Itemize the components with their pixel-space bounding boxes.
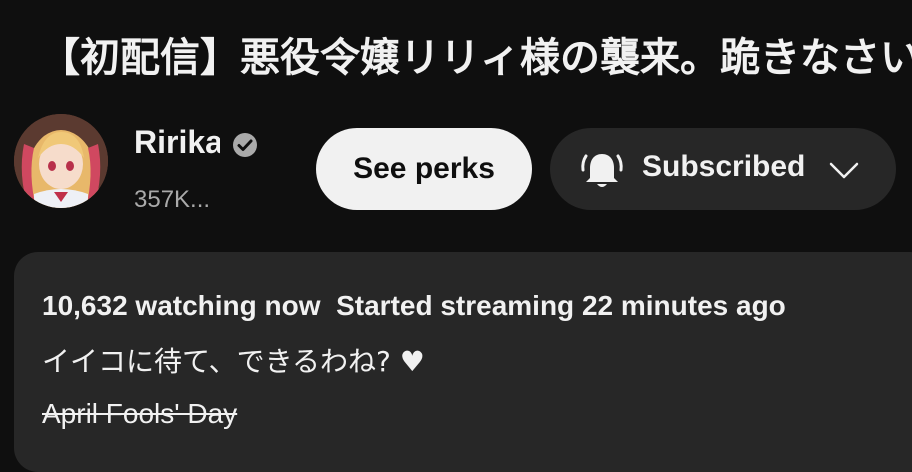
chevron-down-icon	[829, 162, 859, 179]
channel-name[interactable]: Ririka	[134, 124, 220, 161]
description-text: イイコに待て、できるわね? ♥	[42, 345, 425, 378]
see-perks-button[interactable]: See perks	[316, 128, 532, 210]
watching-count: 10,632 watching now	[42, 290, 321, 321]
subscriber-count: 357K...	[134, 186, 211, 213]
subscribed-button[interactable]: Subscribed	[550, 128, 896, 210]
subscribed-label: Subscribed	[642, 150, 806, 183]
video-title: 【初配信】悪役令嬢リリィ様の襲来。跪きなさい	[40, 35, 912, 81]
stream-stats: 10,632 watching now Started streaming 22…	[42, 290, 786, 322]
see-perks-label: See perks	[353, 152, 495, 185]
verified-check-icon	[233, 133, 257, 157]
notification-bell-icon	[581, 154, 623, 187]
description-strikethrough-text: April Fools' Day	[42, 398, 238, 429]
channel-avatar[interactable]	[14, 114, 108, 208]
stream-start-time: Started streaming 22 minutes ago	[336, 290, 786, 321]
avatar-image	[14, 114, 108, 208]
